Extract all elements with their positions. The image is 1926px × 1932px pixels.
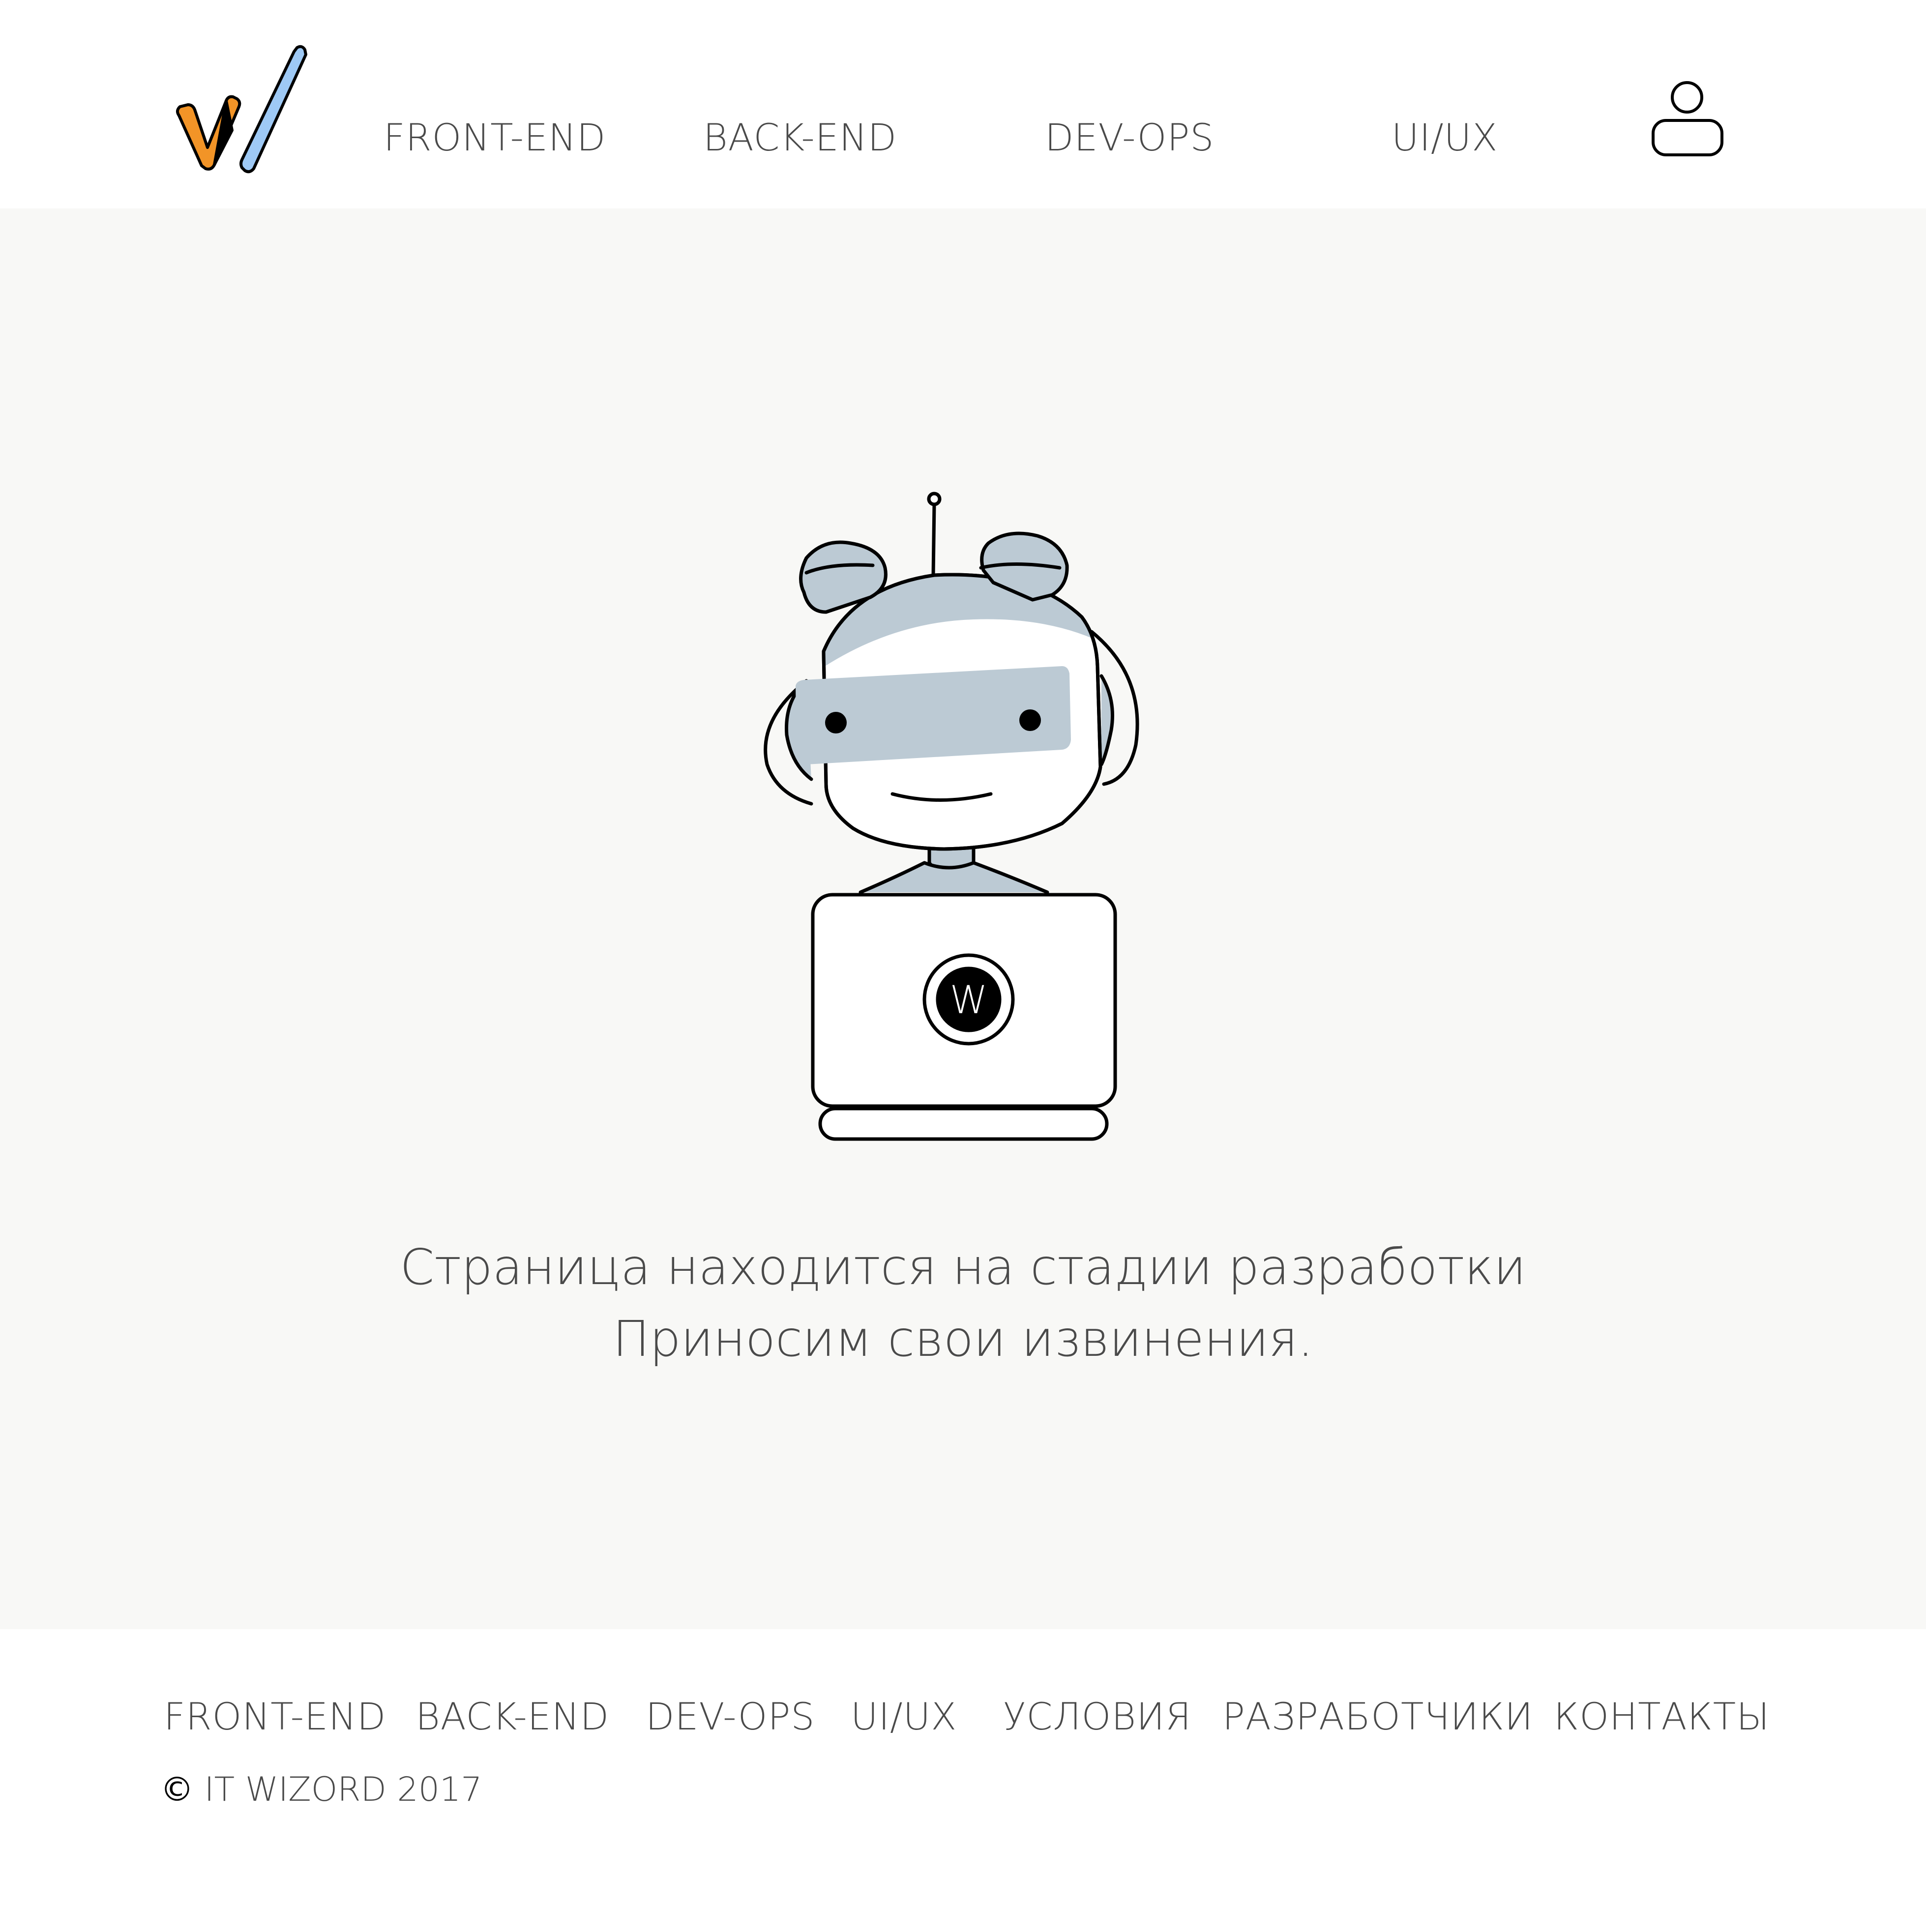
- message-line-1: Страница находится на стадии разработки: [400, 1238, 1526, 1296]
- message-line-2: Приносим свои извинения.: [612, 1310, 1314, 1368]
- nav-front-end[interactable]: FRONT-END: [384, 116, 606, 160]
- copyright: © IT WIZORD 2017: [160, 1768, 482, 1812]
- nav-ui-ux[interactable]: UI/UX: [1392, 116, 1498, 160]
- footer-link-developers[interactable]: РАЗРАБОТЧИКИ: [1222, 1695, 1533, 1739]
- footer-link-dev-ops[interactable]: DEV-OPS: [646, 1695, 815, 1739]
- user-icon[interactable]: [1651, 80, 1725, 159]
- footer-link-ui-ux[interactable]: UI/UX: [851, 1695, 957, 1739]
- nav-dev-ops[interactable]: DEV-OPS: [1045, 116, 1215, 160]
- laptop-badge-text: W: [949, 978, 987, 1023]
- nav-back-end[interactable]: BACK-END: [703, 116, 897, 160]
- footer-link-front-end[interactable]: FRONT-END: [164, 1695, 386, 1739]
- footer-link-contacts[interactable]: КОНТАКТЫ: [1554, 1695, 1770, 1739]
- logo-icon[interactable]: [173, 42, 311, 177]
- robot-illustration: W: [738, 489, 1151, 1145]
- copyright-text: IT WIZORD 2017: [204, 1770, 482, 1809]
- copyright-symbol: ©: [160, 1770, 194, 1809]
- footer-link-terms[interactable]: УСЛОВИЯ: [1003, 1695, 1191, 1739]
- footer-link-back-end[interactable]: BACK-END: [415, 1695, 609, 1739]
